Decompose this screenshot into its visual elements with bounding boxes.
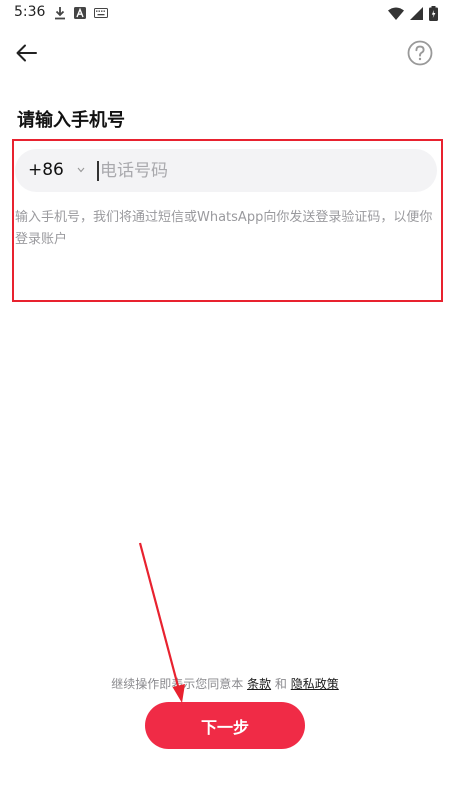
terms-connector: 和: [274, 677, 287, 691]
back-button[interactable]: [14, 41, 40, 65]
keyboard-icon: [94, 8, 108, 18]
country-code-selector[interactable]: +86: [28, 160, 64, 180]
chevron-down-icon: [77, 167, 85, 173]
wifi-icon: [388, 7, 404, 20]
next-button[interactable]: 下一步: [145, 702, 305, 749]
page-title: 请输入手机号: [17, 110, 125, 131]
status-left-icons: [54, 5, 108, 21]
question-circle-icon: [407, 40, 433, 66]
status-right-icons: [388, 5, 438, 21]
hint-text: 输入手机号，我们将通过短信或WhatsApp向你发送登录验证码，以便你登录账户: [15, 210, 433, 247]
arrow-left-icon: [16, 44, 37, 62]
terms-link[interactable]: 条款: [247, 677, 271, 691]
terms-line: 继续操作即表示您同意本 条款 和 隐私政策: [0, 675, 450, 692]
signal-icon: [410, 6, 423, 20]
phone-number-input[interactable]: [95, 149, 425, 192]
status-time: 5:36: [14, 4, 46, 20]
terms-prefix: 继续操作即表示您同意本: [111, 677, 244, 691]
status-bar: 5:36: [0, 0, 450, 26]
app-a-icon: [74, 7, 86, 19]
phone-input-row: +86: [15, 149, 437, 192]
help-button[interactable]: [407, 40, 433, 66]
battery-icon: [429, 5, 438, 21]
privacy-policy-link[interactable]: 隐私政策: [291, 677, 339, 691]
download-icon: [55, 7, 65, 20]
